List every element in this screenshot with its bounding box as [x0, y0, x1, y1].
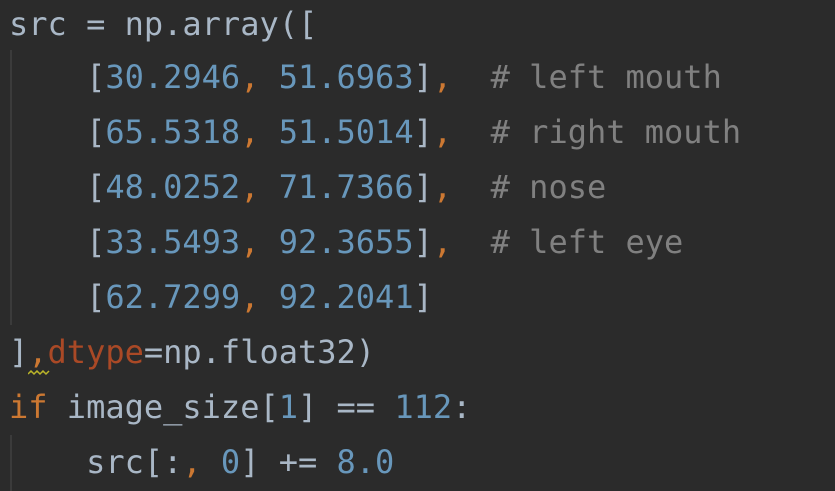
warning-squiggle-icon [28, 370, 50, 376]
code-token: 112 [394, 388, 453, 426]
code-token: ] [413, 113, 433, 151]
code-comment: # left mouth [490, 58, 722, 96]
code-token: [ [9, 223, 106, 261]
code-token: ] += [240, 443, 337, 481]
code-token: [ [9, 278, 106, 316]
code-comment: # left eye [490, 223, 684, 261]
code-token: : [452, 388, 472, 426]
code-token: ] [413, 223, 433, 261]
code-token: src = np.array([ [9, 5, 318, 43]
code-token: ] [413, 168, 433, 206]
code-token: 65.5318 [105, 113, 241, 151]
code-token: ] == [297, 388, 395, 426]
code-comment: # right mouth [490, 113, 742, 151]
code-token: 0 [220, 443, 241, 481]
code-token: [ [9, 113, 106, 151]
code-token: 92.2041 [278, 278, 414, 316]
code-token: 51.6963 [278, 58, 414, 96]
code-token: , [182, 443, 202, 481]
code-line[interactable]: ],dtype=np.float32) [9, 325, 375, 380]
code-token: if [9, 388, 48, 426]
code-token: ] [9, 333, 29, 371]
code-token: ] [413, 58, 433, 96]
code-token: , [28, 333, 48, 371]
code-line[interactable]: [30.2946, 51.6963], # left mouth [9, 50, 722, 105]
code-line[interactable]: [65.5318, 51.5014], # right mouth [9, 105, 741, 160]
code-line[interactable]: src[:, 0] += 8.0 [9, 435, 394, 490]
code-token: 8.0 [336, 443, 395, 481]
code-line[interactable]: [48.0252, 71.7366], # nose [9, 160, 606, 215]
code-token: ] [413, 278, 433, 316]
code-token: image_size[ [47, 388, 279, 426]
code-token: 33.5493 [105, 223, 241, 261]
code-token: [ [9, 168, 106, 206]
code-token: dtype [47, 333, 144, 371]
code-comment: # nose [490, 168, 607, 206]
code-token: 48.0252 [105, 168, 241, 206]
code-token: , [240, 168, 260, 206]
code-token: 92.3655 [278, 223, 414, 261]
code-token: , [432, 113, 453, 151]
code-editor[interactable]: src = np.array([ [30.2946, 51.6963], # l… [0, 0, 835, 491]
code-token: , [240, 58, 260, 96]
code-line[interactable]: if image_size[1] == 112: [9, 380, 471, 435]
code-token: [ [9, 58, 106, 96]
code-line[interactable]: [33.5493, 92.3655], # left eye [9, 215, 683, 270]
code-token: 51.5014 [278, 113, 414, 151]
code-line[interactable]: src = np.array([ [9, 0, 317, 52]
code-token: 1 [278, 388, 298, 426]
code-token: , [240, 223, 260, 261]
code-token: =np.float32) [143, 333, 376, 371]
code-token: , [432, 58, 453, 96]
code-token: , [432, 223, 453, 261]
code-token: , [240, 113, 260, 151]
code-line[interactable]: [62.7299, 92.2041] [9, 270, 433, 325]
code-token: , [240, 278, 260, 316]
code-token: 62.7299 [105, 278, 241, 316]
code-token: 30.2946 [105, 58, 241, 96]
code-token: src[: [9, 443, 183, 481]
code-token: 71.7366 [278, 168, 414, 206]
code-token: , [432, 168, 453, 206]
